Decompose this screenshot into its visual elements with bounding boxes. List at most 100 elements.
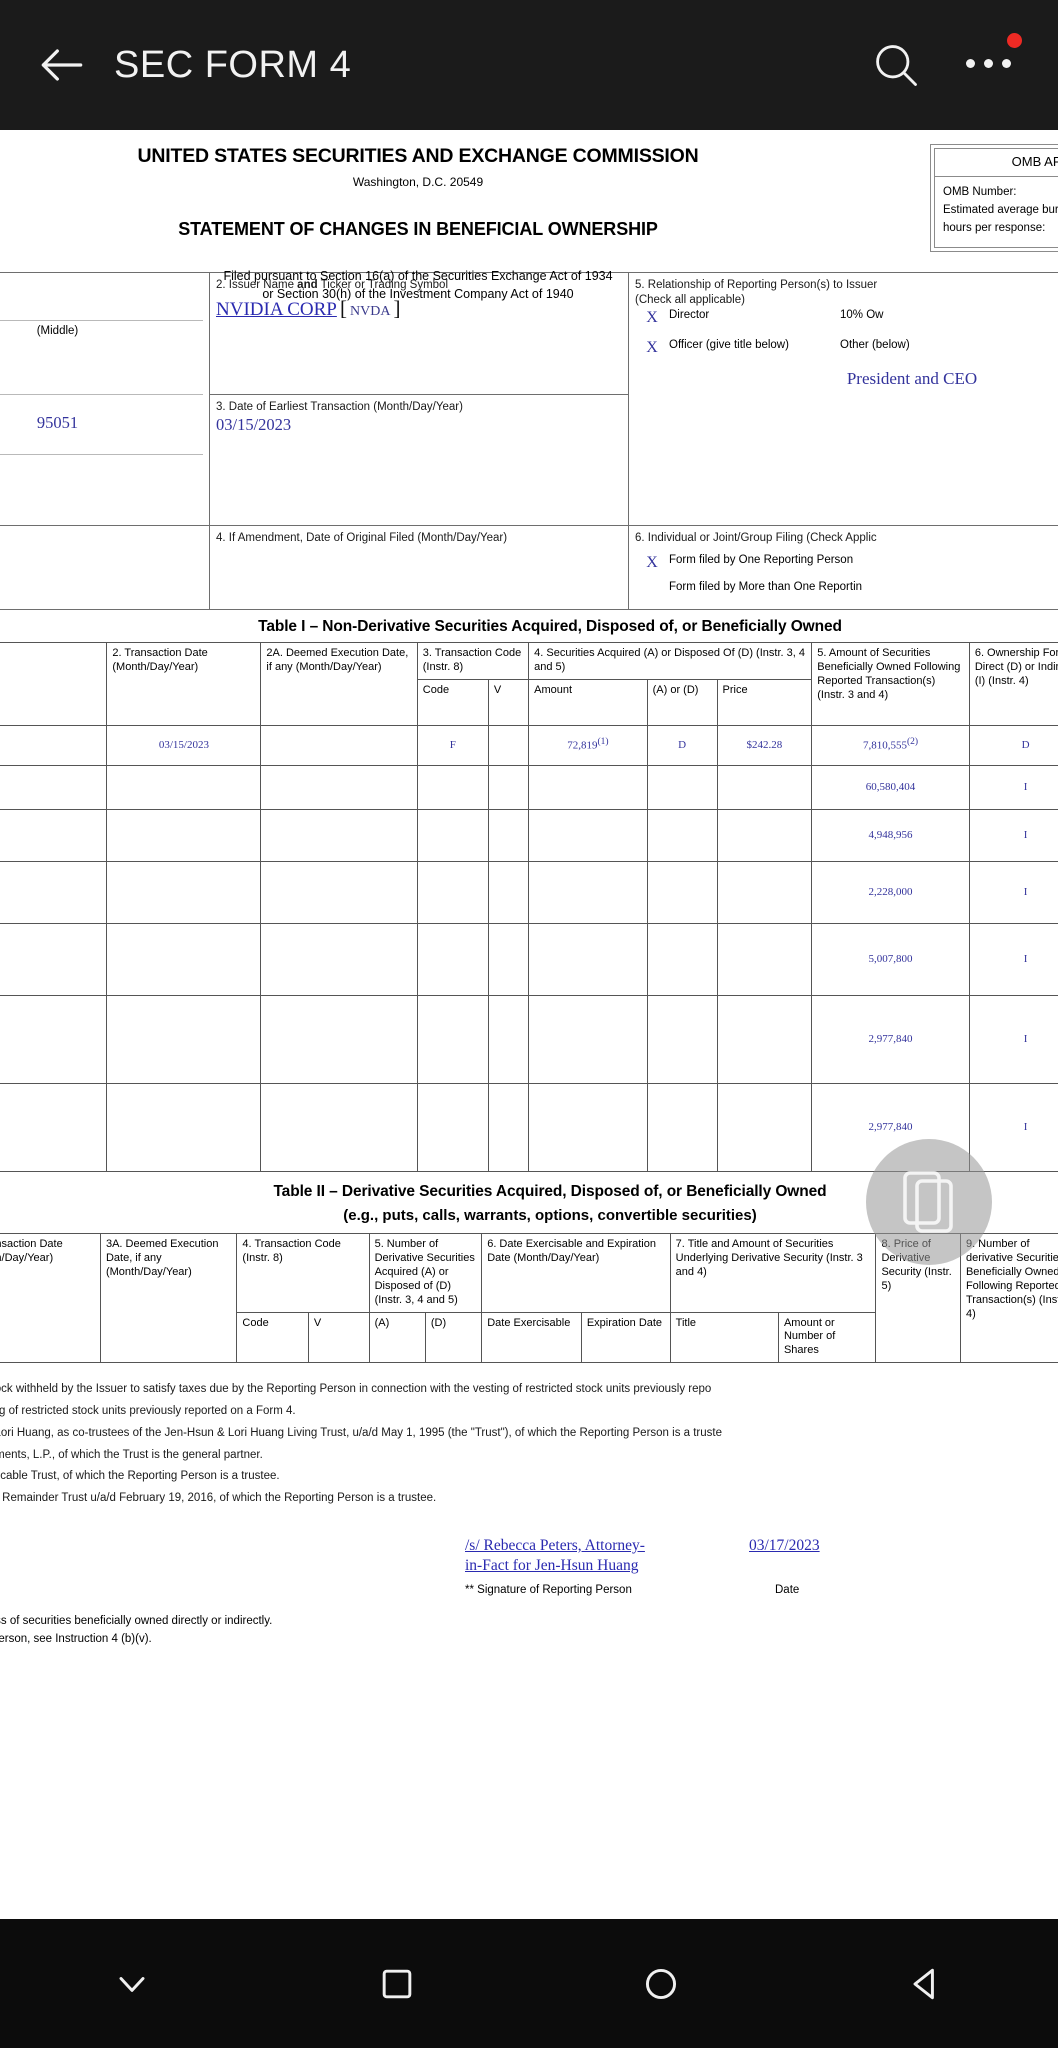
cell-price	[716, 923, 813, 997]
box5-row-0: X Director 10% Ow	[635, 308, 1058, 328]
nav-back-button[interactable]	[871, 1949, 981, 2019]
box6-filing-type: 6. Individual or Joint/Group Filing (Che…	[628, 525, 1058, 610]
th2-deemed-execution-date: 3A. Deemed Execution Date, if any (Month…	[99, 1233, 238, 1364]
nav-hide-button[interactable]	[77, 1949, 187, 2019]
th-deemed-execution-date: 2A. Deemed Execution Date, if any (Month…	[260, 642, 418, 727]
box5-tenpct-label: 10% Ow	[840, 309, 884, 322]
footnote-line: suer's common stock withheld by the Issu…	[0, 1383, 712, 1396]
cell-deemed-date	[260, 725, 418, 767]
cell-v	[487, 725, 530, 767]
cell-deemed-date	[260, 923, 418, 997]
cell-acquired-disposed	[646, 995, 718, 1085]
box1-spacer	[0, 525, 210, 610]
box1-rule-3	[0, 453, 203, 455]
cell-security-title	[0, 923, 108, 997]
th2-expiration-date-sub: Expiration Date	[580, 1311, 671, 1364]
circle-icon	[646, 1968, 677, 1999]
nav-home-button[interactable]	[606, 1949, 716, 2019]
th-securities-acquired: 4. Securities Acquired (A) or Disposed O…	[528, 642, 813, 681]
cell-acquired-disposed	[646, 809, 718, 863]
th-ownership-form: 6. Ownership Form: Direct (D) or Indirec…	[968, 642, 1058, 727]
cell-deemed-date	[260, 1083, 418, 1173]
cell-deemed-date	[260, 765, 418, 811]
box5-director-cell[interactable]: X Director	[635, 308, 840, 328]
cell-amount	[528, 809, 648, 863]
cell-deemed-date	[260, 809, 418, 863]
footnotes: suer's common stock withheld by the Issu…	[0, 1363, 1058, 1510]
cell-transaction-date	[106, 995, 262, 1085]
cell-amount	[528, 1083, 648, 1173]
overflow-menu-button[interactable]	[964, 33, 1024, 93]
page-mode-fab[interactable]	[866, 1139, 992, 1265]
cell-acquired-disposed	[646, 861, 718, 925]
th-a-or-d: (A) or (D)	[646, 679, 718, 727]
box3-earliest-transaction: 3. Date of Earliest Transaction (Month/D…	[209, 393, 629, 527]
cell-ownership-form: I	[968, 923, 1058, 997]
cell-transaction-code	[416, 861, 489, 925]
signature-name[interactable]: /s/ Rebecca Peters, Attorney- in-Fact fo…	[465, 1536, 715, 1576]
cell-amount-owned: 7,810,555(2)	[811, 725, 970, 767]
cell-v	[487, 995, 530, 1085]
cell-transaction-date	[106, 861, 262, 925]
box5-director-check[interactable]: X	[635, 308, 669, 328]
cell-price	[716, 861, 813, 925]
footnote-line: Huang 2012 Irrevocable Trust, of which t…	[0, 1470, 280, 1483]
cell-amount	[528, 995, 648, 1085]
signature-captions: ** Signature of Reporting Person Date	[0, 1576, 1058, 1597]
cell-amount-owned: 60,580,404	[811, 765, 970, 811]
th2-code: Code	[236, 1311, 309, 1364]
tail-notes: e line for each class of securities bene…	[0, 1598, 1058, 1649]
omb-body: OMB Number: Estimated average burden hou…	[934, 177, 1058, 248]
box6-label: 6. Individual or Joint/Group Filing (Che…	[635, 532, 877, 544]
th-transaction-date: 2. Transaction Date (Month/Day/Year)	[106, 642, 262, 727]
square-icon	[382, 1969, 412, 1998]
document-viewport[interactable]: ubject to obligations 1(b). UNITED STATE…	[0, 130, 1058, 1919]
box5-relationship: 5. Relationship of Reporting Person(s) t…	[628, 272, 1058, 526]
box5-officer-cell[interactable]: X Officer (give title below)	[635, 338, 840, 358]
box3-value: 03/15/2023	[216, 414, 292, 434]
box4-amendment-date: 4. If Amendment, Date of Original Filed …	[209, 525, 629, 610]
omb-hours-label: hours per response:	[943, 221, 1046, 234]
box4-label: 4. If Amendment, Date of Original Filed …	[216, 532, 508, 544]
box3-label: 3. Date of Earliest Transaction (Month/D…	[216, 400, 463, 413]
tail-note-line: e line for each class of securities bene…	[0, 1614, 273, 1627]
th2-amount-shares-sub: Amount or Number of Shares	[777, 1311, 877, 1364]
ticker-symbol: NVDA	[350, 304, 391, 320]
system-nav-bar	[0, 1919, 1058, 2048]
cell-transaction-date: 03/15/2023	[106, 725, 262, 767]
side-note: ubject to obligations 1(b).	[0, 215, 23, 262]
box5-director-label: Director	[669, 309, 710, 322]
box6-row-0[interactable]: X Form filed by One Reporting Person	[635, 553, 1058, 573]
th2-date-exercisable-sub: Date Exercisable	[481, 1311, 582, 1364]
th-col1	[0, 642, 108, 727]
cell-security-title	[0, 765, 108, 811]
box5-other-label: Other (below)	[840, 339, 910, 352]
cell-amount	[528, 861, 648, 925]
th-amount-owned: 5. Amount of Securities Beneficially Own…	[811, 642, 970, 727]
cell-security-title	[0, 809, 108, 863]
back-arrow-icon[interactable]	[34, 37, 90, 93]
footnote-line: d L. Huang Investments, L.P., of which t…	[0, 1448, 263, 1461]
cell-price: $242.28	[716, 725, 813, 767]
search-icon[interactable]	[870, 39, 922, 91]
box1-zip-value: 95051	[36, 412, 79, 432]
nav-recents-button[interactable]	[342, 1949, 452, 2019]
box6-one-person-check[interactable]: X	[635, 553, 669, 573]
table1-header-row-1: 2. Transaction Date (Month/Day/Year) 2A.…	[0, 642, 1058, 727]
document-header: ubject to obligations 1(b). UNITED STATE…	[0, 130, 1058, 301]
box6-one-person-label: Form filed by One Reporting Person	[669, 554, 854, 567]
box5-officer-label: Officer (give title below)	[669, 339, 789, 352]
cell-ownership-form: I	[968, 861, 1058, 925]
omb-title: OMB APPROVAL	[934, 148, 1058, 178]
cell-amount-owned: 2,228,000	[811, 861, 970, 925]
cell-transaction-code	[416, 923, 489, 997]
table-row: 2,977,840IThe Lyn 201 Tru Agr	[0, 995, 1058, 1085]
table-row: 2,228,000IBy Irre Tru	[0, 861, 1058, 925]
th-amount: Amount	[528, 679, 648, 727]
notification-badge	[1007, 33, 1022, 48]
cell-acquired-disposed: D	[646, 725, 718, 767]
th2-transaction-code: 4. Transaction Code (Instr. 8)	[236, 1233, 370, 1313]
box6-row-1[interactable]: Form filed by More than One Reportin	[635, 580, 1058, 595]
box5-officer-check[interactable]: X	[635, 338, 669, 358]
triangle-back-icon	[913, 1968, 934, 1999]
